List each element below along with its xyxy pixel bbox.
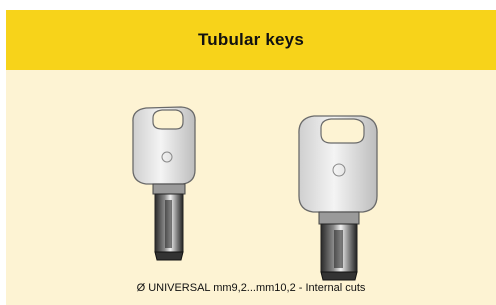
caption-text: Ø UNIVERSAL mm9,2...mm10,2 - Internal cu…: [136, 282, 366, 294]
small-tubular-key-image: [132, 106, 196, 261]
product-card: Tubular keys Ø UNIVERSAL mm9,2...mm10,2 …: [6, 10, 496, 305]
keys-illustration: [132, 106, 378, 281]
large-tubular-key-image: [298, 115, 378, 281]
